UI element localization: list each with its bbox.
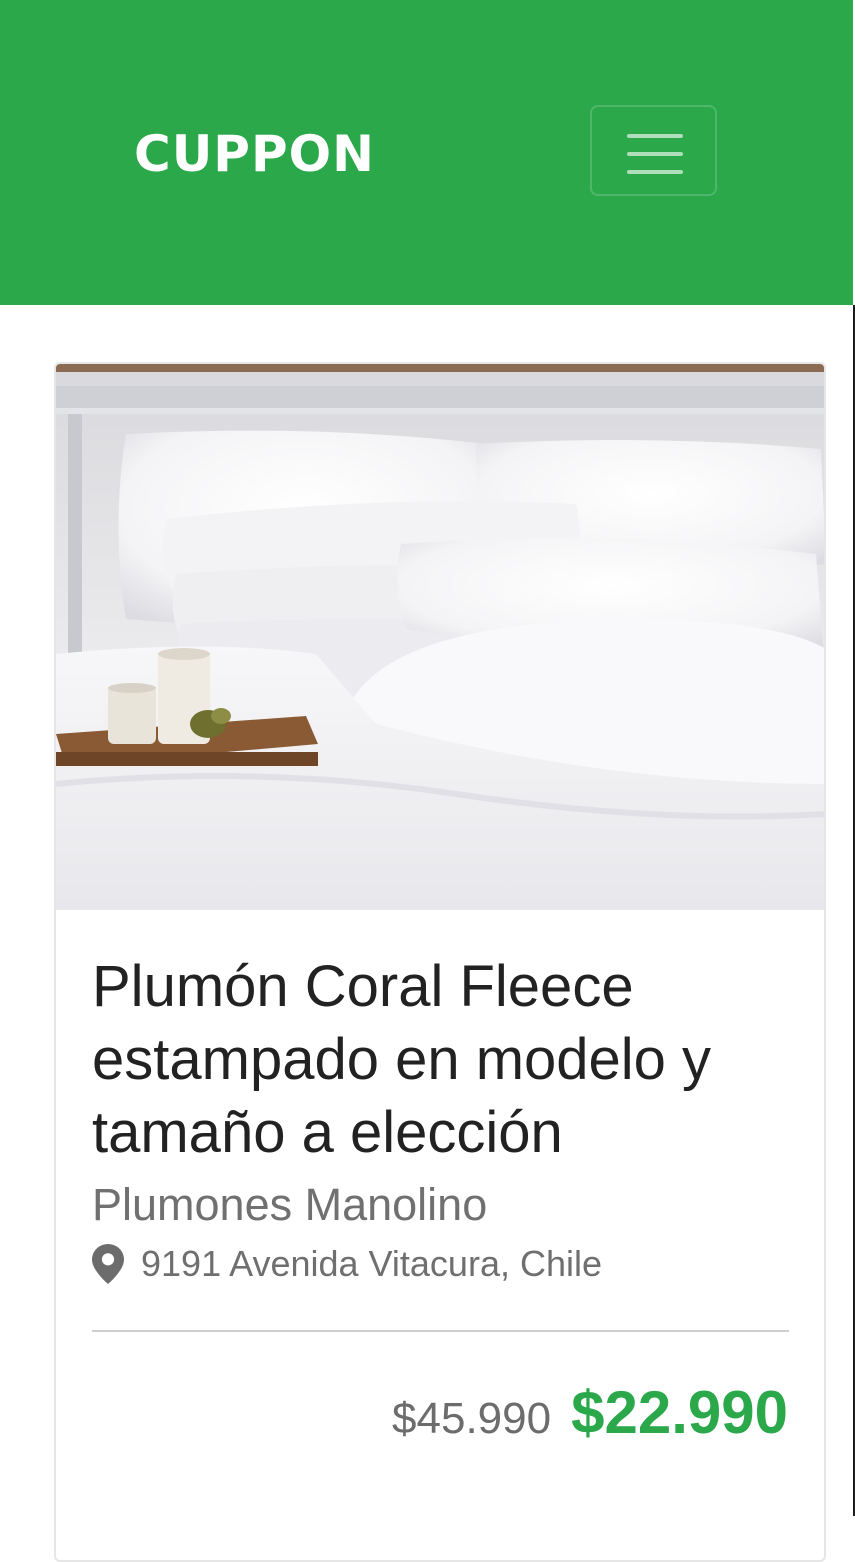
brand-logo[interactable]: CUPPON — [134, 124, 375, 184]
original-price: $45.990 — [392, 1394, 552, 1443]
deal-price: $22.990 — [571, 1379, 788, 1446]
address-text: 9191 Avenida Vitacura, Chile — [141, 1243, 603, 1284]
deal-card[interactable]: Plumón Coral Fleece estampado en modelo … — [54, 362, 826, 1562]
top-navbar: CUPPON — [0, 0, 853, 305]
deal-location: 9191 Avenida Vitacura, Chile — [92, 1242, 602, 1286]
deal-title[interactable]: Plumón Coral Fleece estampado en modelo … — [92, 950, 802, 1169]
deal-image[interactable] — [56, 364, 826, 910]
divider — [92, 1330, 789, 1332]
menu-toggle-button[interactable] — [590, 105, 717, 196]
merchant-name: Plumones Manolino — [92, 1179, 488, 1230]
price-block: $45.990 $22.990 — [392, 1378, 788, 1447]
map-pin-icon — [92, 1244, 124, 1284]
